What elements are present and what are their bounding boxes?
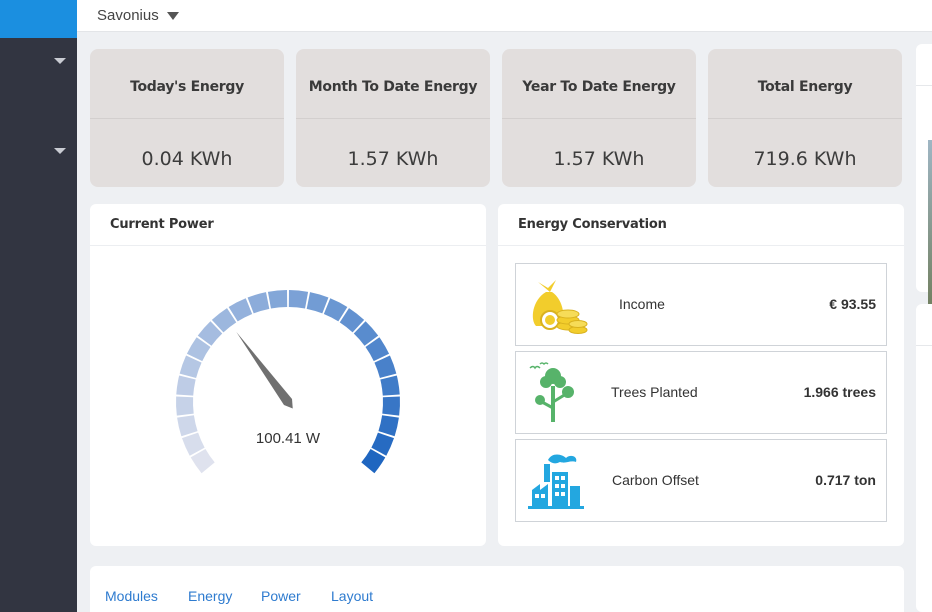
stat-value: 719.6 KWh	[753, 148, 857, 170]
conservation-value: € 93.55	[829, 296, 876, 312]
money-bag-coins-icon	[532, 280, 588, 334]
gauge-segment	[267, 290, 288, 309]
caret-down-icon	[166, 11, 179, 20]
conservation-label: Carbon Offset	[612, 472, 699, 488]
factory-icon	[528, 454, 584, 509]
stat-label: Year To Date Energy	[522, 78, 676, 95]
stat-card-total: Total Energy 719.6 KWh	[708, 49, 902, 187]
stat-label: Total Energy	[757, 78, 853, 95]
stat-label: Today's Energy	[130, 78, 244, 95]
conservation-value: 0.717 ton	[815, 472, 876, 488]
stat-card-month: Month To Date Energy 1.57 KWh	[296, 49, 490, 187]
chart-tabs-panel: Modules Energy Power Layout	[90, 566, 904, 612]
gauge-segment	[176, 375, 196, 396]
tab-energy[interactable]: Energy	[188, 588, 232, 604]
gauge-segment	[380, 375, 400, 396]
gauge-segment	[247, 292, 270, 314]
gauge-segment	[288, 290, 309, 309]
gauge-segment	[382, 396, 401, 416]
side-panel-partial	[916, 304, 932, 612]
power-gauge	[176, 290, 401, 474]
gauge-segment	[176, 396, 194, 416]
conservation-row-carbon: Carbon Offset 0.717 ton	[515, 439, 887, 522]
sidebar-caret-down-icon[interactable]	[54, 58, 66, 64]
current-power-panel: Current Power 100.41 W	[90, 204, 486, 546]
gauge-needle	[236, 331, 293, 409]
sidebar-logo-area[interactable]	[0, 0, 77, 38]
gauge-segment	[306, 292, 329, 314]
site-selector[interactable]: Savonius	[97, 7, 179, 24]
tab-power[interactable]: Power	[261, 588, 301, 604]
sidebar	[0, 0, 77, 612]
conservation-label: Income	[619, 296, 665, 312]
stat-label: Month To Date Energy	[308, 78, 478, 95]
stat-card-year: Year To Date Energy 1.57 KWh	[502, 49, 696, 187]
top-bar: Savonius	[77, 0, 932, 32]
panel-title: Current Power	[90, 204, 486, 246]
energy-conservation-panel: Energy Conservation Income € 93.55 Trees…	[498, 204, 904, 546]
trees-icon	[529, 362, 574, 422]
conservation-value: 1.966 trees	[803, 384, 876, 400]
stat-value: 1.57 KWh	[553, 148, 645, 170]
stat-card-today: Today's Energy 0.04 KWh	[90, 49, 284, 187]
preview-image-edge	[928, 140, 932, 326]
side-panel-partial	[916, 44, 932, 326]
tab-layout[interactable]: Layout	[331, 588, 373, 604]
panel-title: Energy Conservation	[498, 204, 904, 246]
stat-value: 1.57 KWh	[347, 148, 439, 170]
stat-value: 0.04 KWh	[141, 148, 233, 170]
conservation-label: Trees Planted	[611, 384, 698, 400]
conservation-row-income: Income € 93.55	[515, 263, 887, 346]
sidebar-caret-down-icon[interactable]	[54, 148, 66, 154]
site-name: Savonius	[97, 7, 159, 24]
current-power-value: 100.41 W	[255, 430, 321, 447]
conservation-row-trees: Trees Planted 1.966 trees	[515, 351, 887, 434]
tab-modules[interactable]: Modules	[105, 588, 158, 604]
